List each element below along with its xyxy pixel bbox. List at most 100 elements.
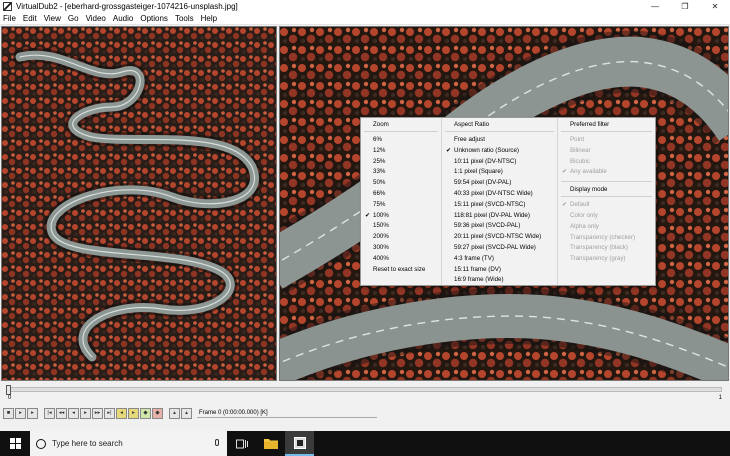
display-mode-option-label: Alpha only <box>570 222 599 230</box>
task-view-button[interactable] <box>227 431 256 456</box>
aspect-ratio-option[interactable]: 118:81 pixel (DV-PAL Wide) <box>442 211 557 222</box>
aspect-ratio-option-label: 59:27 pixel (SVCD-PAL Wide) <box>454 243 536 251</box>
aspect-ratio-option[interactable]: ✔ Unknown ratio (Source) <box>442 146 557 157</box>
microphone-icon[interactable] <box>215 439 219 446</box>
play-output-icon[interactable]: ▸ <box>27 407 38 419</box>
menu-audio[interactable]: Audio <box>113 14 133 23</box>
next-frame-icon[interactable]: ▸ <box>80 407 91 419</box>
virtualdub-taskbar-button[interactable] <box>285 431 314 456</box>
zoom-option[interactable]: Reset to exact size <box>361 265 441 276</box>
aspect-ratio-option[interactable]: 15:11 pixel (SVCD-NTSC) <box>442 200 557 211</box>
menu-file[interactable]: File <box>3 14 16 23</box>
display-mode-option[interactable]: Transparency (checker) <box>558 233 655 244</box>
zoom-options-list: 6% 12% 25% 33% 50% 66% 75% ✔ 100% 150% 200% 300% 400… <box>361 135 441 275</box>
input-video-pane[interactable] <box>1 26 277 381</box>
end-icon[interactable]: ▸| <box>104 407 115 419</box>
mark-out-icon[interactable]: ◆ <box>152 407 163 419</box>
aspect-ratio-option[interactable]: 10:11 pixel (DV-NTSC) <box>442 157 557 168</box>
display-mode-options-list: ✔ Default Color only Alpha only Transparency… <box>558 200 655 265</box>
zoom-out-icon[interactable]: ▴ <box>181 407 192 419</box>
aspect-ratio-option[interactable]: 4:3 frame (TV) <box>442 254 557 265</box>
zoom-option-label: 6% <box>373 136 382 143</box>
scene-fwd-icon[interactable]: ▸ <box>128 407 139 419</box>
restore-button[interactable]: ❐ <box>670 0 700 13</box>
zoom-option[interactable]: 50% <box>361 178 441 189</box>
menu-separator <box>561 181 652 183</box>
menu-tools[interactable]: Tools <box>175 14 194 23</box>
prev-frame-icon[interactable]: ◂ <box>68 407 79 419</box>
next-key-icon[interactable]: ▸▸ <box>92 407 103 419</box>
filter-option[interactable]: Bicubic <box>558 157 655 168</box>
minimize-button[interactable]: — <box>640 0 670 13</box>
menu-video[interactable]: Video <box>86 14 106 23</box>
filter-option[interactable]: Point <box>558 135 655 146</box>
display-mode-option[interactable]: Color only <box>558 211 655 222</box>
aspect-ratio-option[interactable]: 16:9 frame (Wide) <box>442 275 557 286</box>
menu-separator <box>445 131 554 132</box>
close-button[interactable]: ✕ <box>700 0 730 13</box>
file-explorer-button[interactable] <box>256 431 285 456</box>
display-mode-option[interactable]: Transparency (black) <box>558 243 655 254</box>
virtualdub-app-icon <box>3 2 12 11</box>
menu-options[interactable]: Options <box>140 14 168 23</box>
display-mode-option[interactable]: ✔ Default <box>558 200 655 211</box>
taskbar-search-box[interactable]: Type here to search <box>30 431 227 456</box>
timeline-track[interactable] <box>8 387 722 392</box>
zoom-option[interactable]: 25% <box>361 157 441 168</box>
zoom-option-label: 300% <box>373 243 389 251</box>
zoom-header: Zoom <box>373 121 389 128</box>
zoom-option-label: 150% <box>373 222 389 230</box>
aspect-ratio-option[interactable]: 59:54 pixel (DV-PAL) <box>442 178 557 189</box>
aspect-ratio-option[interactable]: 40:33 pixel (DV-NTSC Wide) <box>442 189 557 200</box>
display-mode-option[interactable]: Alpha only <box>558 222 655 233</box>
start-icon[interactable]: |◂ <box>44 407 55 419</box>
timeline: 0 1 <box>0 383 730 405</box>
zoom-option[interactable]: 200% <box>361 232 441 243</box>
aspect-ratio-option[interactable]: Free adjust <box>442 135 557 146</box>
start-button[interactable] <box>0 431 30 456</box>
scene-back-icon[interactable]: ◂ <box>116 407 127 419</box>
timeline-position-slider[interactable] <box>6 385 11 395</box>
play-input-icon[interactable]: ▸ <box>15 407 26 419</box>
filter-display-column: Preferred filter Point Bilinear Bicubic ✔ An… <box>558 118 655 285</box>
aspect-ratio-option[interactable]: 1:1 pixel (Square) <box>442 167 557 178</box>
mark-in-icon[interactable]: ◆ <box>140 407 151 419</box>
zoom-option-label: 66% <box>373 189 386 197</box>
preferred-filter-header: Preferred filter <box>570 121 610 128</box>
menu-go[interactable]: Go <box>68 14 79 23</box>
zoom-option[interactable]: 150% <box>361 221 441 232</box>
aspect-ratio-option-label: 59:36 pixel (SVCD-PAL) <box>454 222 521 230</box>
aspect-ratio-option[interactable]: 59:27 pixel (SVCD-PAL Wide) <box>442 243 557 254</box>
zoom-option[interactable]: 300% <box>361 243 441 254</box>
zoom-in-icon[interactable]: ▴ <box>169 407 180 419</box>
filter-option[interactable]: Bilinear <box>558 146 655 157</box>
window-title: VirtualDub2 - [eberhard-grossgasteiger-1… <box>16 2 238 11</box>
aspect-ratio-option[interactable]: 59:36 pixel (SVCD-PAL) <box>442 221 557 232</box>
checkmark-icon: ✔ <box>365 212 371 219</box>
search-placeholder: Type here to search <box>52 439 123 448</box>
zoom-option[interactable]: 12% <box>361 146 441 157</box>
aspect-ratio-option[interactable]: 20:11 pixel (SVCD-NTSC Wide) <box>442 232 557 243</box>
menu-help[interactable]: Help <box>201 14 217 23</box>
aspect-ratio-option[interactable]: 15:11 frame (DV) <box>442 265 557 276</box>
zoom-option[interactable]: 33% <box>361 167 441 178</box>
zoom-option-label: 75% <box>373 200 386 208</box>
prev-key-icon[interactable]: ◂◂ <box>56 407 67 419</box>
filter-options-list: Point Bilinear Bicubic ✔ Any available <box>558 135 655 178</box>
aspect-ratio-option-label: 15:11 pixel (SVCD-NTSC) <box>454 200 526 208</box>
zoom-option[interactable]: 400% <box>361 254 441 265</box>
aspect-ratio-option-label: Unknown ratio (Source) <box>454 146 519 154</box>
menu-edit[interactable]: Edit <box>23 14 37 23</box>
zoom-option[interactable]: 75% <box>361 200 441 211</box>
playback-toolbar: ■ ▸ ▸ |◂ ◂◂ ◂ ▸ ▸▸ ▸| ◂ ▸ ◆ ◆ ▴ ▴ Frame … <box>0 405 730 421</box>
zoom-option[interactable]: ✔ 100% <box>361 211 441 222</box>
filter-option-label: Any available <box>570 168 607 176</box>
stop-icon[interactable]: ■ <box>3 407 14 419</box>
filter-option[interactable]: ✔ Any available <box>558 167 655 178</box>
zoom-option-label: 400% <box>373 254 389 262</box>
cortana-icon <box>36 438 46 449</box>
zoom-option[interactable]: 66% <box>361 189 441 200</box>
display-mode-option[interactable]: Transparency (gray) <box>558 254 655 265</box>
zoom-option[interactable]: 6% <box>361 135 441 146</box>
menu-view[interactable]: View <box>44 14 61 23</box>
